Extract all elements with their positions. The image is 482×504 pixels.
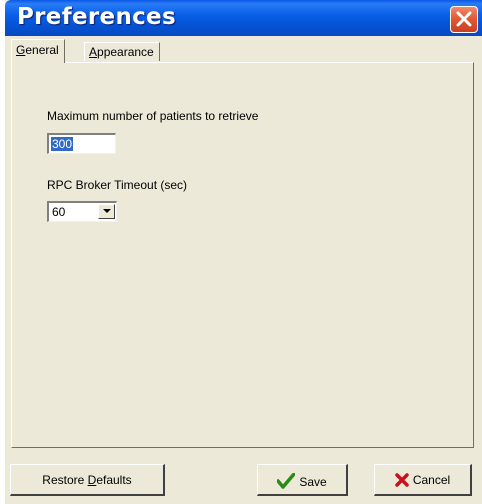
window-title: Preferences bbox=[17, 4, 176, 30]
tab-appearance-label: ppearance bbox=[97, 45, 154, 59]
tab-general-label: eneral bbox=[25, 43, 59, 57]
cancel-label: Cancel bbox=[412, 473, 451, 487]
max-patients-value: 300 bbox=[51, 137, 74, 151]
rpc-timeout-label: RPC Broker Timeout (sec) bbox=[47, 178, 188, 192]
tab-general-mnemonic: G bbox=[16, 43, 26, 57]
close-button[interactable] bbox=[450, 6, 478, 33]
checkmark-icon bbox=[276, 472, 297, 489]
save-button[interactable]: Save bbox=[257, 464, 348, 496]
max-patients-input[interactable]: 300 bbox=[47, 133, 116, 154]
dropdown-button[interactable] bbox=[98, 204, 115, 219]
restore-defaults-button[interactable]: Restore Defaults bbox=[10, 464, 165, 496]
rpc-timeout-value: 60 bbox=[52, 205, 66, 219]
tab-general[interactable]: General bbox=[11, 39, 65, 63]
tab-appearance-mnemonic: A bbox=[89, 45, 98, 59]
max-patients-label: Maximum number of patients to retrieve bbox=[47, 109, 259, 123]
restore-defaults-prefix: Restore bbox=[42, 473, 88, 487]
close-icon bbox=[456, 11, 472, 27]
title-bar[interactable]: Preferences bbox=[5, 0, 482, 36]
save-label: Save bbox=[299, 475, 327, 489]
rpc-timeout-select[interactable]: 60 bbox=[47, 201, 117, 222]
preferences-window: Preferences General Appearance Maximum n… bbox=[5, 0, 482, 504]
chevron-down-icon bbox=[103, 209, 111, 213]
tab-appearance[interactable]: Appearance bbox=[84, 42, 160, 61]
x-icon bbox=[395, 473, 409, 487]
cancel-button[interactable]: Cancel bbox=[374, 464, 472, 496]
restore-defaults-rest: efaults bbox=[96, 473, 132, 487]
